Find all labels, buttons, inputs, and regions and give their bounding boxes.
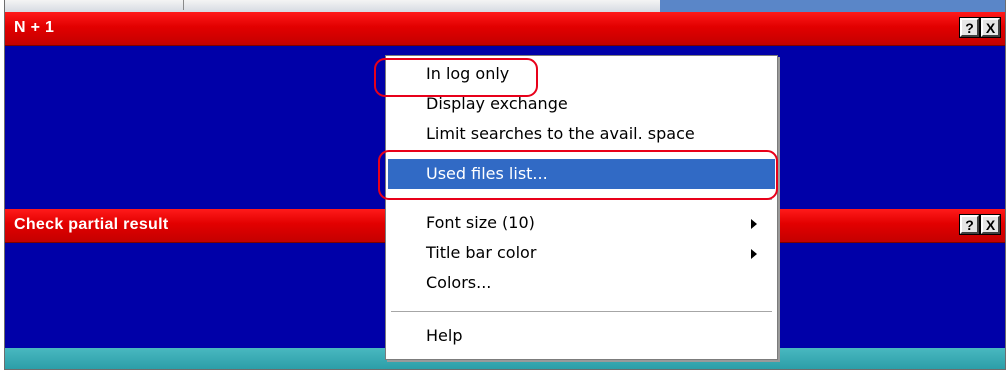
question-mark-icon: ? [965,216,974,233]
top-toolbar-strip [5,0,1005,12]
menu-item-label: Colors... [426,273,492,292]
menu-item-label: Font size (10) [426,213,535,232]
toolbar-separator [183,0,184,10]
close-icon: X [985,216,996,233]
submenu-arrow-icon [751,249,757,259]
context-menu: In log only Display exchange Limit searc… [385,55,778,360]
help-button[interactable]: ? [959,214,980,235]
menu-item-label: Title bar color [426,243,537,262]
close-icon: X [985,19,996,36]
menu-item-font-size[interactable]: Font size (10) [388,208,775,238]
menu-item-help[interactable]: Help [388,321,775,351]
panel-title: Check partial result [14,216,169,233]
panel-title: N + 1 [14,19,55,36]
menu-item-label: Limit searches to the avail. space [426,124,695,143]
menu-item-label: Help [426,326,463,345]
menu-item-title-bar-color[interactable]: Title bar color [388,238,775,268]
menu-item-colors[interactable]: Colors... [388,268,775,298]
submenu-arrow-icon [751,219,757,229]
toolbar-active-area [660,0,1005,12]
question-mark-icon: ? [965,19,974,36]
close-button[interactable]: X [980,17,1001,38]
close-button[interactable]: X [980,214,1001,235]
menu-item-limit-searches[interactable]: Limit searches to the avail. space [388,119,775,149]
panel-title-bar[interactable]: N + 1 ? X [5,12,1005,46]
menu-separator [391,311,772,313]
annotation-highlight-in-log-only [374,58,538,97]
annotation-highlight-used-files-list [378,150,778,200]
help-button[interactable]: ? [959,17,980,38]
